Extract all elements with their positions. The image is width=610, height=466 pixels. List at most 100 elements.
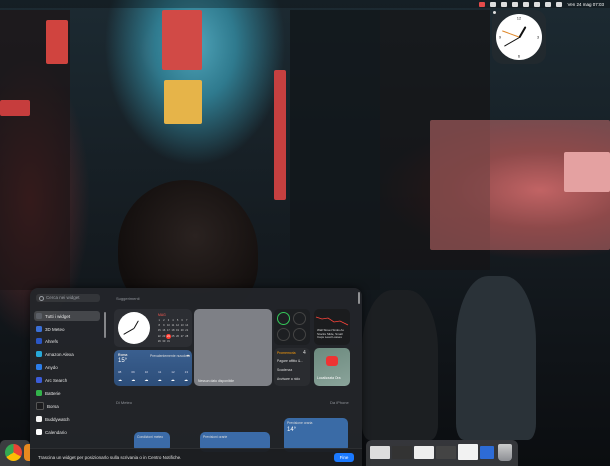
sidebar-item-3d-meteo[interactable]: 3D Meteo [34,324,100,334]
sidebar-item-label: Amazon Alexa [45,351,74,357]
menu-extra-icon[interactable] [490,1,497,7]
widget-clock-calendar[interactable]: MAG 1234567 8 9 10 11 12 13 14 15 16 17 18 19 20 21 … [114,309,192,347]
cloud-icon: ☁ [183,377,188,382]
wifi-icon[interactable] [534,1,541,7]
widget-remove-icon[interactable] [493,11,496,14]
battery-icon[interactable] [556,1,563,7]
arc-search-icon [36,377,42,383]
3d-meteo-icon [36,326,42,332]
sidebar-item-label: Anydo [45,364,58,370]
desktop-clock-widget[interactable]: 12 3 6 9 [492,10,546,64]
battery-ring [277,312,290,325]
sidebar-item-label: Tutti i widget [45,313,71,319]
chrome-icon[interactable] [5,444,22,461]
dock-app-icon[interactable] [24,444,30,461]
window-thumbnail[interactable] [436,446,456,459]
second-hand [502,30,520,38]
menubar-clock[interactable]: Ven 24 mag 07:03 [567,2,604,7]
weather-hourly-icons: ☁ ☁ ☁ ☁ ☁ ☁ [118,377,188,382]
clock-number: 9 [498,34,502,40]
cloud-icon: ☁ [131,377,136,382]
menu-extra-icon[interactable] [501,1,508,7]
sidebar-item-label: Buddywatch [45,416,70,422]
sidebar-item-buddywatch[interactable]: Buddywatch [34,414,100,424]
sidebar-scrollbar[interactable] [104,312,106,338]
wallpaper-sign [164,80,202,124]
search-icon [39,296,44,301]
clock-number: 3 [536,34,540,40]
widget-hourly-forecast-large[interactable]: Previsione oraria 14° [284,418,348,452]
widget-battery[interactable] [274,309,310,345]
window-thumbnail[interactable] [458,444,478,460]
gallery-footer: Trascina un widget per posizionarlo sull… [30,448,362,466]
anydo-icon [36,364,42,370]
placeholder-caption: Nessun dato disponibile [198,379,235,383]
sidebar-item-anydo[interactable]: Anydo [34,362,100,372]
sidebar-item-ahrefs[interactable]: Ahrefs [34,336,100,346]
widget-weather[interactable]: Roma 15° Prevalentemente nuvoloso ☁ 08 09… [114,350,192,386]
sidebar-item-label: Borsa [47,403,59,409]
section-title: Di Meteo [116,400,133,405]
buddywatch-icon [36,416,42,422]
done-button[interactable]: Fine [334,453,354,462]
sidebar-item-label: Calendario [45,429,67,435]
drag-hint: Trascina un widget per posizionarlo sull… [38,455,182,460]
wallpaper-building [290,10,380,290]
wallpaper-person [456,276,536,440]
sidebar-item-amazon-alexa[interactable]: Amazon Alexa [34,349,100,359]
battery-ring [293,312,306,325]
window-thumbnail[interactable] [370,446,390,459]
car-icon [326,356,338,366]
reminder-item: Scadenza [277,368,293,372]
bluetooth-icon[interactable] [523,1,530,7]
search-input[interactable]: Cerca nei widget [36,294,100,302]
minute-hand [123,328,135,335]
cloud-icon: ☁ [144,377,149,382]
window-thumbnail[interactable] [392,446,412,459]
sidebar-item-all-widgets[interactable]: Tutti i widget [34,311,100,321]
menu-extra-icon[interactable] [512,1,519,7]
widget-stocks-news[interactable]: Wall Street Sinks As Stocks Slide, Small… [314,309,350,345]
clock-face [118,312,150,344]
calendar-month: MAG [158,313,166,317]
weather-description: Prevalentemente nuvoloso [150,354,191,358]
section-subtitle: Da iPhone [330,400,349,405]
wallpaper-sign [162,10,202,70]
gallery-scrollbar[interactable] [358,292,360,304]
window-thumbnail[interactable] [480,446,494,459]
wallpaper-sign [46,20,68,64]
widget-sidebar: Cerca nei widget Tutti i widget 3D Meteo… [30,288,106,448]
battery-icon [36,390,42,396]
clock-face: 12 3 6 9 [496,14,542,60]
ahrefs-icon [36,338,42,344]
clock-number: 12 [516,15,522,21]
widget-reminders[interactable]: Promemoria 4 Pagare affitto &... Scadenz… [274,348,310,386]
reminders-title: Promemoria [277,351,296,355]
weather-hour: 13 [184,370,188,374]
cloud-icon: ☁ [118,377,122,382]
widget-find-my[interactable]: Localizzata Ora [314,348,350,386]
trash-icon[interactable] [498,444,512,461]
dock-right [366,440,518,466]
menu-bar: Ven 24 mag 07:03 [0,0,610,8]
reminders-count: 4 [303,350,306,356]
weather-hour: 09 [131,370,135,374]
section-title: Suggerimenti [116,296,140,301]
sidebar-item-calendario[interactable]: Calendario [34,427,100,437]
control-center-icon[interactable] [545,1,552,7]
calendar-day: 31 [166,339,170,343]
widget-placeholder[interactable]: Nessun dato disponibile [194,309,272,386]
sidebar-item-arc-search[interactable]: Arc Search [34,375,100,385]
calendar-icon [36,429,42,435]
widget-gallery: Cerca nei widget Tutti i widget 3D Meteo… [30,288,362,466]
record-icon[interactable] [479,1,486,7]
stocks-icon [36,402,44,410]
sidebar-item-borsa[interactable]: Borsa [34,401,100,411]
alexa-icon [36,351,42,357]
calendar-day: 28 [185,334,189,338]
battery-ring [293,328,306,341]
wallpaper-sign [564,152,610,192]
window-thumbnail[interactable] [414,446,434,459]
news-headline: Wall Street Sinks As Stocks Slide, Small… [317,328,344,340]
sidebar-item-batterie[interactable]: Batterie [34,388,100,398]
